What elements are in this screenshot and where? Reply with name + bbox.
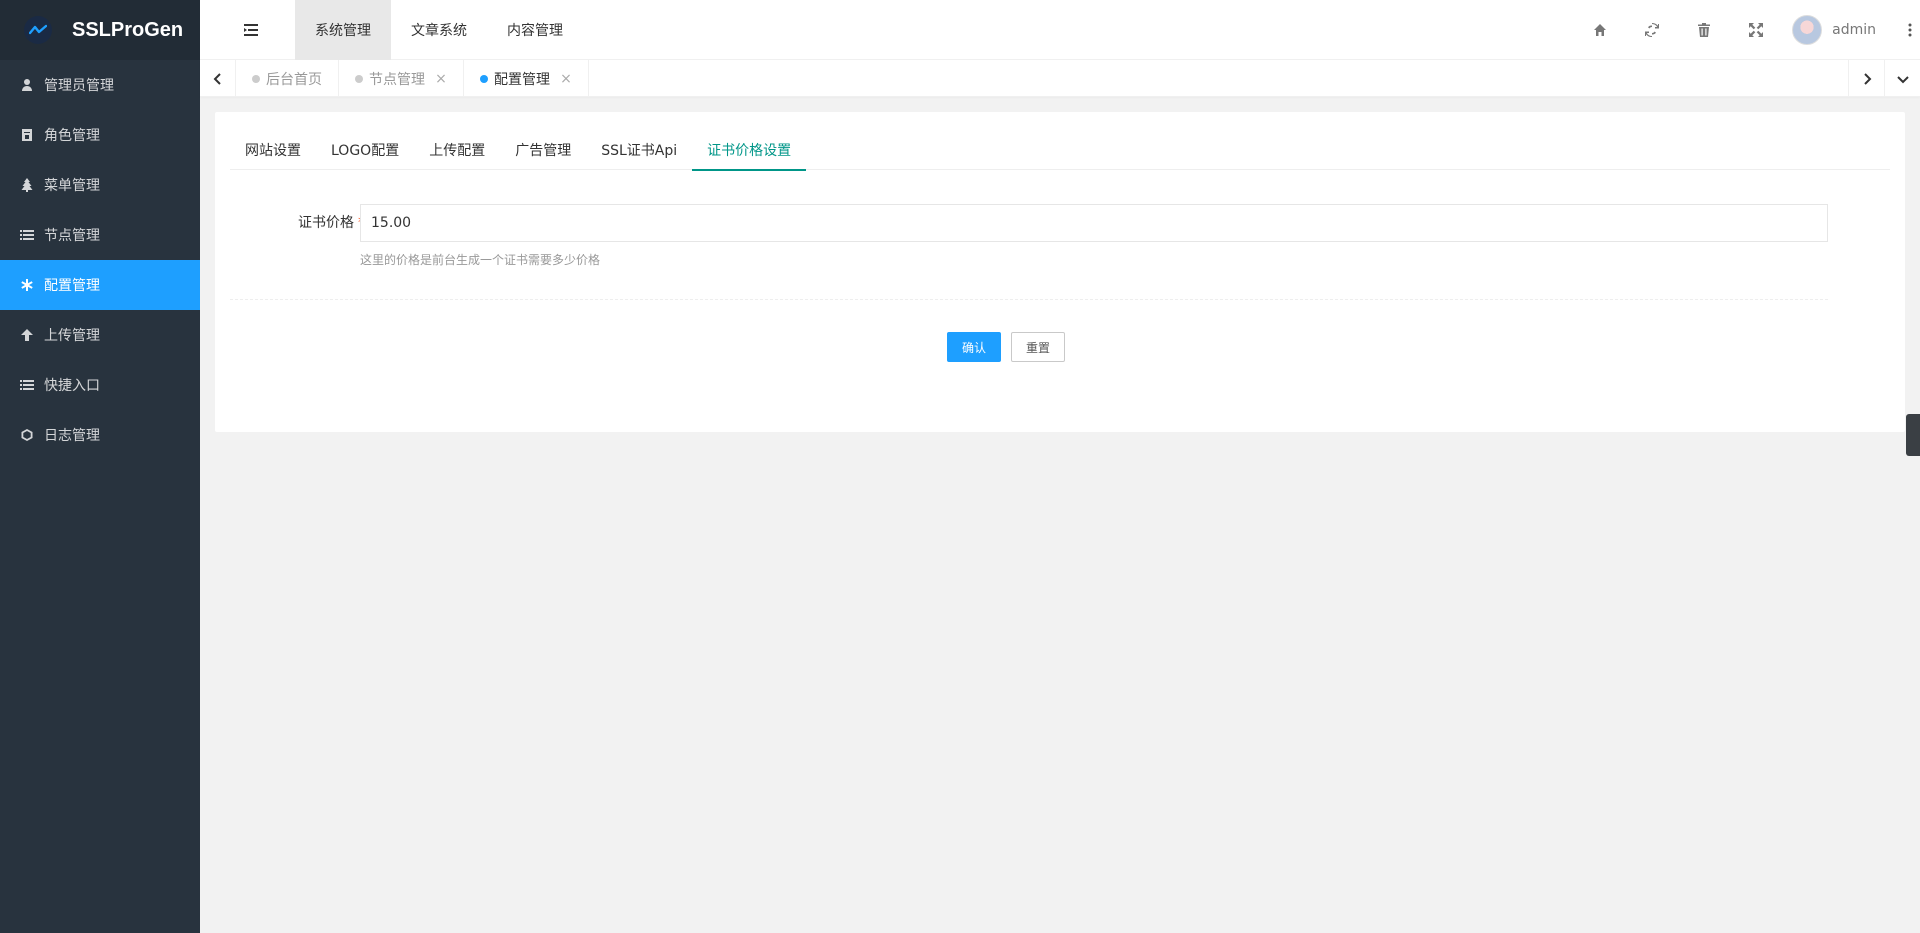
top-nav-content[interactable]: 内容管理: [487, 0, 583, 60]
trash-icon[interactable]: [1678, 0, 1730, 60]
fullscreen-icon[interactable]: [1730, 0, 1782, 60]
sidebar-item-menu[interactable]: 菜单管理: [0, 160, 200, 210]
page-tabs-bar: 后台首页 节点管理 × 配置管理 ×: [200, 60, 1920, 97]
sidebar-item-admin[interactable]: 管理员管理: [0, 60, 200, 110]
sidebar-item-label: 角色管理: [44, 128, 100, 144]
user-icon: [20, 78, 34, 92]
header-toolbar: admin: [1574, 0, 1920, 60]
avatar: [1792, 15, 1823, 45]
brand-name: SSLProGen: [72, 18, 184, 41]
page-tab-config[interactable]: 配置管理 ×: [464, 60, 589, 97]
home-icon[interactable]: [1574, 0, 1626, 60]
sidebar-item-label: 节点管理: [44, 228, 100, 244]
subtab-logo-config[interactable]: LOGO配置: [316, 130, 414, 170]
form-buttons: 确认 重置: [947, 332, 1066, 362]
sidebar-item-label: 快捷入口: [44, 378, 100, 394]
user-menu[interactable]: admin: [1792, 15, 1876, 45]
sidebar-item-label: 日志管理: [44, 428, 100, 444]
sidebar-item-config[interactable]: 配置管理: [0, 260, 200, 310]
close-icon[interactable]: ×: [435, 71, 447, 87]
header: 系统管理 文章系统 内容管理 admin: [200, 0, 1920, 60]
sidebar-item-role[interactable]: 角色管理: [0, 110, 200, 160]
form-divider: [230, 299, 1828, 300]
tab-label: 节点管理: [369, 71, 425, 88]
sidebar: SSLProGen 管理员管理 角色管理 菜单管理 节点管理 配置管理 上传管理: [0, 0, 200, 933]
page-tab-node[interactable]: 节点管理 ×: [339, 60, 464, 97]
sidebar-item-shortcut[interactable]: 快捷入口: [0, 360, 200, 410]
log-icon: [20, 428, 34, 442]
sidebar-item-label: 配置管理: [44, 278, 100, 294]
tab-dot: [480, 74, 488, 83]
cert-price-input[interactable]: [360, 204, 1828, 242]
cert-price-label: 证书价格*: [255, 204, 365, 242]
role-icon: [20, 128, 34, 142]
cert-price-row: 证书价格*: [215, 204, 1905, 242]
config-subtabs: 网站设置 LOGO配置 上传配置 广告管理 SSL证书Api 证书价格设置: [230, 130, 1890, 171]
side-drawer-handle[interactable]: [1906, 414, 1920, 456]
subtab-ssl-api[interactable]: SSL证书Api: [586, 130, 692, 170]
subtab-upload-config[interactable]: 上传配置: [414, 130, 500, 170]
chevron-right-icon[interactable]: [1848, 60, 1884, 97]
tab-dot: [252, 74, 260, 83]
chevron-left-icon[interactable]: [200, 60, 236, 97]
confirm-button[interactable]: 确认: [947, 332, 1002, 362]
subtab-site-settings[interactable]: 网站设置: [230, 130, 316, 170]
field-label-text: 证书价格: [298, 215, 354, 231]
reset-button[interactable]: 重置: [1011, 332, 1066, 362]
cert-price-tip: 这里的价格是前台生成一个证书需要多少价格: [360, 253, 601, 267]
logo-icon: [24, 16, 52, 44]
top-nav-system[interactable]: 系统管理: [295, 0, 391, 60]
username: admin: [1832, 22, 1876, 38]
close-icon[interactable]: ×: [560, 71, 572, 87]
subtab-ad-management[interactable]: 广告管理: [500, 130, 586, 170]
tree-icon: [20, 178, 34, 192]
list-icon: [20, 228, 34, 242]
refresh-icon[interactable]: [1626, 0, 1678, 60]
sidebar-item-node[interactable]: 节点管理: [0, 210, 200, 260]
list-icon: [20, 378, 34, 392]
tab-label: 后台首页: [266, 71, 322, 88]
tab-dot: [355, 74, 363, 83]
top-nav: 系统管理 文章系统 内容管理: [295, 0, 583, 60]
sidebar-item-upload[interactable]: 上传管理: [0, 310, 200, 360]
subtab-cert-price[interactable]: 证书价格设置: [692, 130, 807, 171]
sidebar-item-label: 上传管理: [44, 328, 100, 344]
chevron-down-icon[interactable]: [1884, 60, 1920, 97]
more-vertical-icon[interactable]: [1900, 23, 1920, 37]
page-tabs: 后台首页 节点管理 × 配置管理 ×: [236, 60, 589, 97]
sidebar-menu: 管理员管理 角色管理 菜单管理 节点管理 配置管理 上传管理 快捷入口 日志管理: [0, 60, 200, 460]
sidebar-item-log[interactable]: 日志管理: [0, 410, 200, 460]
menu-toggle-icon[interactable]: [244, 21, 260, 39]
sidebar-item-label: 菜单管理: [44, 178, 100, 194]
page-tab-home[interactable]: 后台首页: [236, 60, 339, 97]
sidebar-item-label: 管理员管理: [44, 78, 114, 94]
top-nav-article[interactable]: 文章系统: [391, 0, 487, 60]
tab-label: 配置管理: [494, 71, 550, 88]
arrow-up-icon: [20, 328, 34, 342]
config-card: 网站设置 LOGO配置 上传配置 广告管理 SSL证书Api 证书价格设置 证书…: [215, 112, 1905, 432]
asterisk-icon: [20, 278, 34, 292]
logo[interactable]: SSLProGen: [0, 0, 200, 60]
